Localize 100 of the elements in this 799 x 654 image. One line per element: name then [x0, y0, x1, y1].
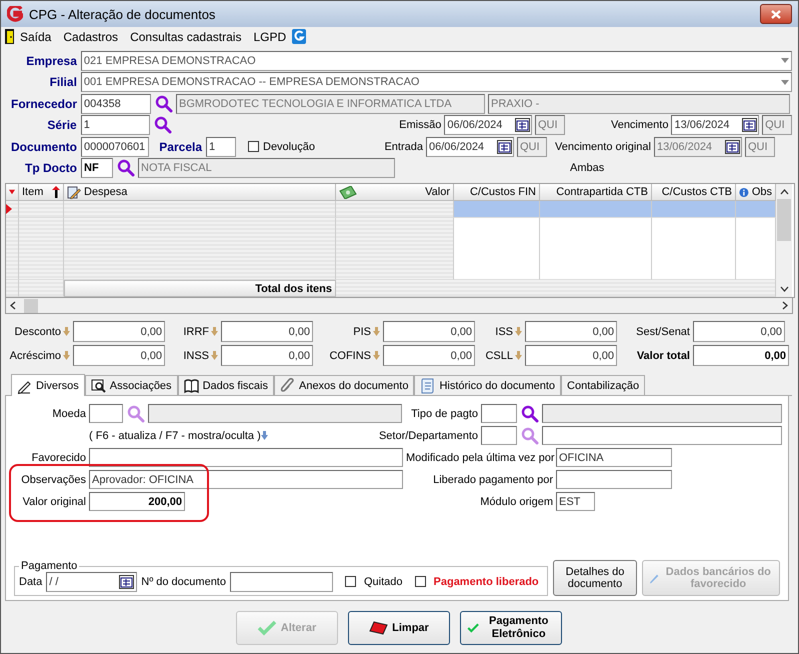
input-field[interactable]: OFICINA: [556, 448, 672, 467]
calendar-icon[interactable]: [514, 118, 530, 132]
date-field[interactable]: 13/06/2024: [671, 115, 760, 136]
field-label: IRRF: [183, 326, 209, 338]
field-label: Favorecido: [30, 452, 86, 464]
input-field[interactable]: NOTA FISCAL: [138, 158, 395, 178]
column-header[interactable]: Despesa: [64, 184, 336, 201]
tab[interactable]: Diversos: [11, 374, 85, 396]
close-button[interactable]: [760, 4, 792, 24]
calendar-icon[interactable]: [742, 118, 758, 132]
tab[interactable]: Histórico do documento: [414, 375, 562, 395]
company-dropdown[interactable]: 021 EMPRESA DEMONSTRACAO: [80, 50, 792, 71]
field-label: Sest/Senat: [636, 326, 690, 338]
input-field[interactable]: [542, 426, 782, 445]
date-field[interactable]: 06/06/2024: [444, 115, 532, 136]
sort-icon[interactable]: [52, 186, 60, 198]
clear-button[interactable]: Limpar: [348, 611, 450, 645]
row-indicator[interactable]: [6, 201, 19, 218]
checkbox[interactable]: [248, 141, 259, 152]
search-icon[interactable]: [117, 159, 135, 178]
amount-field[interactable]: 0,00: [525, 321, 617, 342]
checkbox-label: Pagamento liberado: [434, 576, 539, 588]
input-field[interactable]: [148, 404, 402, 423]
checkbox[interactable]: [414, 576, 426, 587]
column-header[interactable]: Contrapartida CTB: [540, 184, 652, 201]
calendar-icon[interactable]: [497, 140, 512, 154]
scroll-left-icon[interactable]: [10, 301, 16, 310]
scrollbar-thumb[interactable]: [24, 298, 38, 312]
details-button[interactable]: Detalhes do documento: [553, 560, 637, 596]
amount-field[interactable]: 0,00: [383, 345, 475, 366]
weekday-field: QUI: [745, 136, 775, 157]
scroll-right-icon[interactable]: [782, 301, 788, 310]
amount-field[interactable]: 0,00: [383, 321, 475, 342]
input-field[interactable]: [542, 404, 782, 423]
field-label: ISS: [495, 326, 513, 338]
amount-field[interactable]: 0,00: [693, 321, 785, 342]
input-field[interactable]: [481, 404, 517, 423]
calendar-icon[interactable]: [119, 574, 134, 588]
eraser-icon: [368, 621, 388, 635]
amount-field[interactable]: 0,00: [73, 321, 165, 342]
column-header[interactable]: Valor: [336, 184, 454, 201]
menu-item[interactable]: Saída: [14, 30, 58, 44]
field-label: Modificado pela última vez por: [406, 452, 553, 464]
tab[interactable]: Dados fiscais: [178, 375, 274, 395]
amount-field[interactable]: 0,00: [525, 345, 617, 366]
column-header[interactable]: C/Custos FIN: [454, 184, 540, 201]
branch-dropdown[interactable]: 001 EMPRESA DEMONSTRACAO -- EMPRESA DEMONSTRACAO: [80, 72, 792, 92]
input-field[interactable]: [89, 404, 123, 423]
column-header[interactable]: C/Custos CTB: [652, 184, 736, 201]
scroll-up-icon[interactable]: [780, 189, 788, 195]
input-field[interactable]: [481, 426, 517, 445]
input-field[interactable]: 1: [80, 115, 150, 136]
amount-field[interactable]: 0,00: [73, 345, 165, 366]
input-field[interactable]: 0000070601: [81, 136, 149, 157]
column-header[interactable]: Item: [19, 184, 64, 201]
hint-text: ( F6 - atualiza / F7 - mostra/oculta ): [89, 430, 261, 442]
checkbox[interactable]: [344, 576, 356, 587]
table-cell: [6, 280, 19, 297]
amount-field[interactable]: 0,00: [221, 321, 313, 342]
amount-field[interactable]: 0,00: [221, 345, 313, 366]
input-field[interactable]: [556, 470, 672, 489]
field-label: Valor original: [22, 496, 86, 508]
scrollbar-thumb[interactable]: [777, 199, 791, 241]
checkbox-label: Quitado: [364, 576, 403, 588]
field-label: Moeda: [51, 408, 86, 420]
payment-button[interactable]: Pagamento Eletrônico: [460, 611, 562, 645]
input-field[interactable]: 200,00: [89, 492, 185, 511]
input-field[interactable]: BGMRODOTEC TECNOLOGIA E INFORMATICA LTDA: [176, 94, 485, 114]
menu-item[interactable]: LGPD: [247, 30, 292, 44]
menu-item[interactable]: Consultas cadastrais: [124, 30, 248, 44]
dropdown-arrow-icon: [781, 80, 789, 85]
input-field[interactable]: EST: [556, 492, 595, 511]
table-cell: [19, 280, 64, 297]
date-field[interactable]: / /: [46, 572, 138, 592]
input-field[interactable]: [230, 572, 333, 592]
exit-door-icon[interactable]: [5, 29, 14, 44]
input-field[interactable]: PRAXIO -: [488, 94, 790, 114]
scroll-down-icon[interactable]: [780, 286, 788, 292]
input-field[interactable]: 004358: [81, 94, 151, 114]
search-icon[interactable]: [521, 404, 539, 422]
menu-item[interactable]: Cadastros: [57, 30, 124, 44]
input-field[interactable]: [89, 448, 403, 467]
field-label: Observações: [20, 474, 86, 486]
g-logo-icon[interactable]: [292, 29, 306, 44]
tab[interactable]: Contabilização: [561, 375, 646, 395]
input-field[interactable]: NF: [81, 158, 113, 178]
tab[interactable]: Anexos do documento: [274, 375, 414, 395]
input-field[interactable]: 1: [206, 136, 236, 157]
search-icon[interactable]: [155, 94, 173, 113]
dropdown-arrow-icon: [781, 58, 789, 64]
dropdown-arrow-icon[interactable]: [9, 189, 15, 195]
column-header[interactable]: Obs: [736, 184, 776, 201]
current-row-icon: [6, 204, 12, 214]
tab[interactable]: Associações: [84, 375, 178, 395]
input-field[interactable]: Aprovador: OFICINA: [89, 470, 403, 489]
date-field[interactable]: 06/06/2024: [426, 136, 514, 157]
field-label: Módulo origem: [479, 496, 553, 508]
amount-field[interactable]: 0,00: [693, 345, 789, 366]
arrow-down-icon: [373, 327, 380, 336]
search-icon[interactable]: [154, 116, 172, 134]
